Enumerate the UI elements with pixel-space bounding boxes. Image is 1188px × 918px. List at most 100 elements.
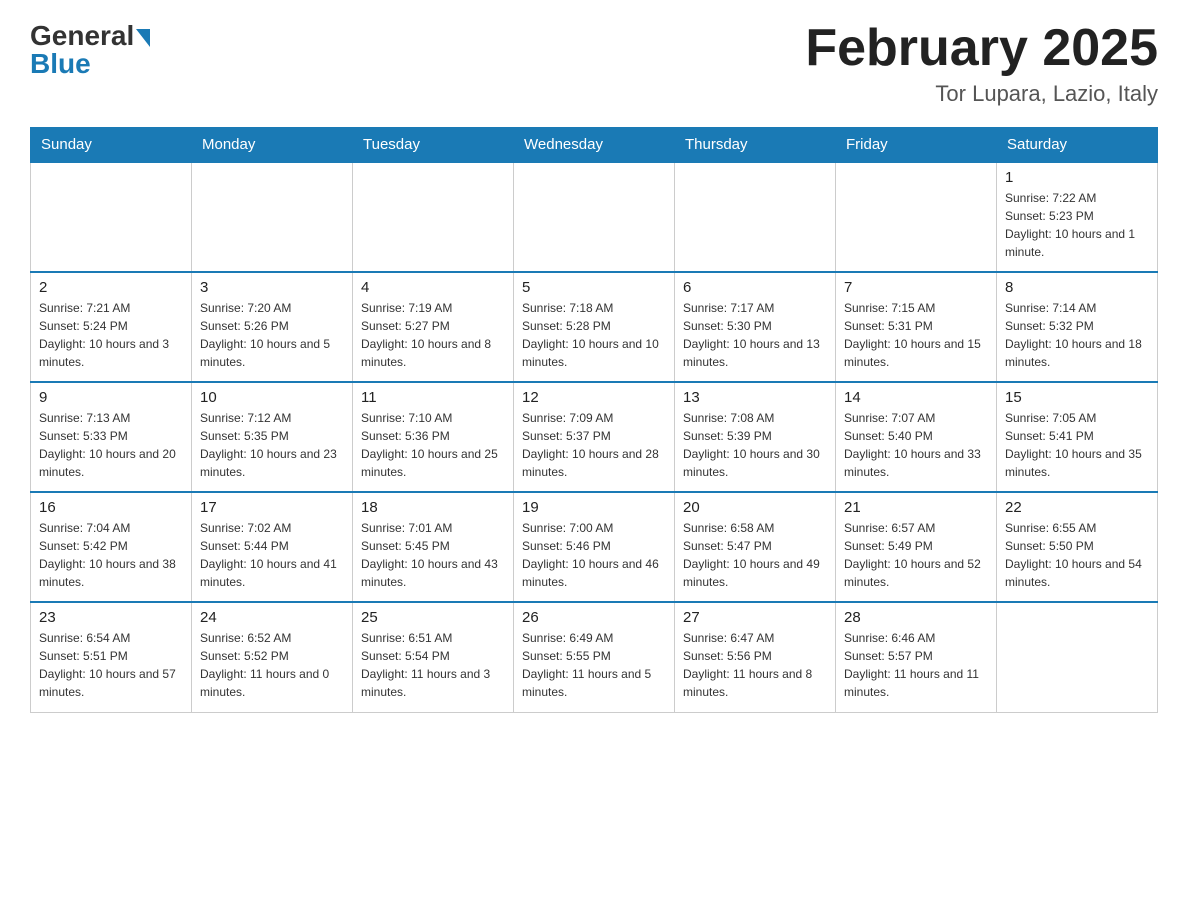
day-info: Sunrise: 7:17 AMSunset: 5:30 PMDaylight:…	[683, 299, 827, 371]
day-info: Sunrise: 7:19 AMSunset: 5:27 PMDaylight:…	[361, 299, 505, 371]
day-info: Sunrise: 7:15 AMSunset: 5:31 PMDaylight:…	[844, 299, 988, 371]
day-number: 11	[361, 389, 505, 406]
day-info: Sunrise: 6:47 AMSunset: 5:56 PMDaylight:…	[683, 629, 827, 701]
day-number: 7	[844, 279, 988, 296]
col-monday: Monday	[192, 128, 353, 163]
day-cell: 13 Sunrise: 7:08 AMSunset: 5:39 PMDayligh…	[675, 382, 836, 492]
day-info: Sunrise: 6:51 AMSunset: 5:54 PMDaylight:…	[361, 629, 505, 701]
day-info: Sunrise: 7:10 AMSunset: 5:36 PMDaylight:…	[361, 409, 505, 481]
day-cell: 11 Sunrise: 7:10 AMSunset: 5:36 PMDayligh…	[353, 382, 514, 492]
day-number: 26	[522, 609, 666, 626]
day-number: 14	[844, 389, 988, 406]
day-cell	[192, 162, 353, 272]
week-row-3: 9Sunrise: 7:13 AMSunset: 5:33 PMDaylight…	[31, 382, 1158, 492]
logo: General Blue	[30, 20, 150, 80]
day-cell: 18Sunrise: 7:01 AMSunset: 5:45 PMDayligh…	[353, 492, 514, 602]
day-number: 10	[200, 389, 344, 406]
day-cell: 14 Sunrise: 7:07 AMSunset: 5:40 PMDayligh…	[836, 382, 997, 492]
day-info: Sunrise: 7:20 AMSunset: 5:26 PMDaylight:…	[200, 299, 344, 371]
col-wednesday: Wednesday	[514, 128, 675, 163]
day-number: 22	[1005, 499, 1149, 516]
day-info: Sunrise: 7:21 AMSunset: 5:24 PMDaylight:…	[39, 299, 183, 371]
col-sunday: Sunday	[31, 128, 192, 163]
day-number: 13	[683, 389, 827, 406]
day-number: 3	[200, 279, 344, 296]
calendar-subtitle: Tor Lupara, Lazio, Italy	[805, 81, 1158, 107]
day-number: 6	[683, 279, 827, 296]
week-row-5: 23 Sunrise: 6:54 AMSunset: 5:51 PMDayligh…	[31, 602, 1158, 712]
week-row-4: 16 Sunrise: 7:04 AMSunset: 5:42 PMDayligh…	[31, 492, 1158, 602]
day-cell: 22 Sunrise: 6:55 AMSunset: 5:50 PMDayligh…	[997, 492, 1158, 602]
day-info: Sunrise: 7:14 AMSunset: 5:32 PMDaylight:…	[1005, 299, 1149, 371]
day-cell: 3 Sunrise: 7:20 AMSunset: 5:26 PMDaylight…	[192, 272, 353, 382]
col-tuesday: Tuesday	[353, 128, 514, 163]
day-cell: 12 Sunrise: 7:09 AMSunset: 5:37 PMDayligh…	[514, 382, 675, 492]
day-info: Sunrise: 6:52 AMSunset: 5:52 PMDaylight:…	[200, 629, 344, 701]
day-cell: 7 Sunrise: 7:15 AMSunset: 5:31 PMDaylight…	[836, 272, 997, 382]
day-info: Sunrise: 7:07 AMSunset: 5:40 PMDaylight:…	[844, 409, 988, 481]
col-friday: Friday	[836, 128, 997, 163]
day-info: Sunrise: 6:49 AMSunset: 5:55 PMDaylight:…	[522, 629, 666, 701]
day-cell: 2 Sunrise: 7:21 AMSunset: 5:24 PMDaylight…	[31, 272, 192, 382]
calendar-title: February 2025	[805, 20, 1158, 77]
day-number: 2	[39, 279, 183, 296]
day-cell: 5 Sunrise: 7:18 AMSunset: 5:28 PMDaylight…	[514, 272, 675, 382]
logo-blue-text: Blue	[30, 48, 91, 80]
day-number: 17	[200, 499, 344, 516]
day-number: 1	[1005, 169, 1149, 186]
title-block: February 2025 Tor Lupara, Lazio, Italy	[805, 20, 1158, 107]
day-info: Sunrise: 7:08 AMSunset: 5:39 PMDaylight:…	[683, 409, 827, 481]
day-cell	[997, 602, 1158, 712]
day-number: 4	[361, 279, 505, 296]
week-row-1: 1 Sunrise: 7:22 AMSunset: 5:23 PMDaylight…	[31, 162, 1158, 272]
logo-arrow-icon	[136, 29, 150, 47]
day-info: Sunrise: 7:09 AMSunset: 5:37 PMDaylight:…	[522, 409, 666, 481]
day-cell: 20Sunrise: 6:58 AMSunset: 5:47 PMDayligh…	[675, 492, 836, 602]
day-cell: 27 Sunrise: 6:47 AMSunset: 5:56 PMDayligh…	[675, 602, 836, 712]
page-header: General Blue February 2025 Tor Lupara, L…	[30, 20, 1158, 107]
day-number: 20	[683, 499, 827, 516]
day-number: 28	[844, 609, 988, 626]
day-number: 24	[200, 609, 344, 626]
day-number: 23	[39, 609, 183, 626]
day-cell: 15Sunrise: 7:05 AMSunset: 5:41 PMDayligh…	[997, 382, 1158, 492]
day-number: 25	[361, 609, 505, 626]
day-info: Sunrise: 6:54 AMSunset: 5:51 PMDaylight:…	[39, 629, 183, 701]
day-cell	[675, 162, 836, 272]
day-cell: 8 Sunrise: 7:14 AMSunset: 5:32 PMDaylight…	[997, 272, 1158, 382]
day-cell: 17Sunrise: 7:02 AMSunset: 5:44 PMDayligh…	[192, 492, 353, 602]
day-number: 21	[844, 499, 988, 516]
day-cell: 21 Sunrise: 6:57 AMSunset: 5:49 PMDayligh…	[836, 492, 997, 602]
day-cell: 16 Sunrise: 7:04 AMSunset: 5:42 PMDayligh…	[31, 492, 192, 602]
day-info: Sunrise: 7:04 AMSunset: 5:42 PMDaylight:…	[39, 519, 183, 591]
day-info: Sunrise: 7:22 AMSunset: 5:23 PMDaylight:…	[1005, 189, 1149, 261]
day-number: 16	[39, 499, 183, 516]
day-number: 8	[1005, 279, 1149, 296]
day-cell	[353, 162, 514, 272]
day-number: 27	[683, 609, 827, 626]
day-info: Sunrise: 7:18 AMSunset: 5:28 PMDaylight:…	[522, 299, 666, 371]
day-cell: 1 Sunrise: 7:22 AMSunset: 5:23 PMDaylight…	[997, 162, 1158, 272]
day-number: 5	[522, 279, 666, 296]
logo-general-text: General	[30, 20, 134, 51]
day-cell: 10Sunrise: 7:12 AMSunset: 5:35 PMDayligh…	[192, 382, 353, 492]
calendar-table: Sunday Monday Tuesday Wednesday Thursday…	[30, 127, 1158, 713]
day-info: Sunrise: 7:13 AMSunset: 5:33 PMDaylight:…	[39, 409, 183, 481]
day-info: Sunrise: 7:05 AMSunset: 5:41 PMDaylight:…	[1005, 409, 1149, 481]
day-cell: 28Sunrise: 6:46 AMSunset: 5:57 PMDayligh…	[836, 602, 997, 712]
day-info: Sunrise: 6:57 AMSunset: 5:49 PMDaylight:…	[844, 519, 988, 591]
day-cell: 24 Sunrise: 6:52 AMSunset: 5:52 PMDayligh…	[192, 602, 353, 712]
day-cell	[836, 162, 997, 272]
day-cell	[31, 162, 192, 272]
day-cell: 26 Sunrise: 6:49 AMSunset: 5:55 PMDayligh…	[514, 602, 675, 712]
col-saturday: Saturday	[997, 128, 1158, 163]
day-number: 12	[522, 389, 666, 406]
calendar-header-row: Sunday Monday Tuesday Wednesday Thursday…	[31, 128, 1158, 163]
day-cell: 9Sunrise: 7:13 AMSunset: 5:33 PMDaylight…	[31, 382, 192, 492]
day-info: Sunrise: 6:55 AMSunset: 5:50 PMDaylight:…	[1005, 519, 1149, 591]
day-cell: 25 Sunrise: 6:51 AMSunset: 5:54 PMDayligh…	[353, 602, 514, 712]
day-cell: 6 Sunrise: 7:17 AMSunset: 5:30 PMDaylight…	[675, 272, 836, 382]
day-cell: 23 Sunrise: 6:54 AMSunset: 5:51 PMDayligh…	[31, 602, 192, 712]
week-row-2: 2 Sunrise: 7:21 AMSunset: 5:24 PMDaylight…	[31, 272, 1158, 382]
day-cell: 19Sunrise: 7:00 AMSunset: 5:46 PMDayligh…	[514, 492, 675, 602]
